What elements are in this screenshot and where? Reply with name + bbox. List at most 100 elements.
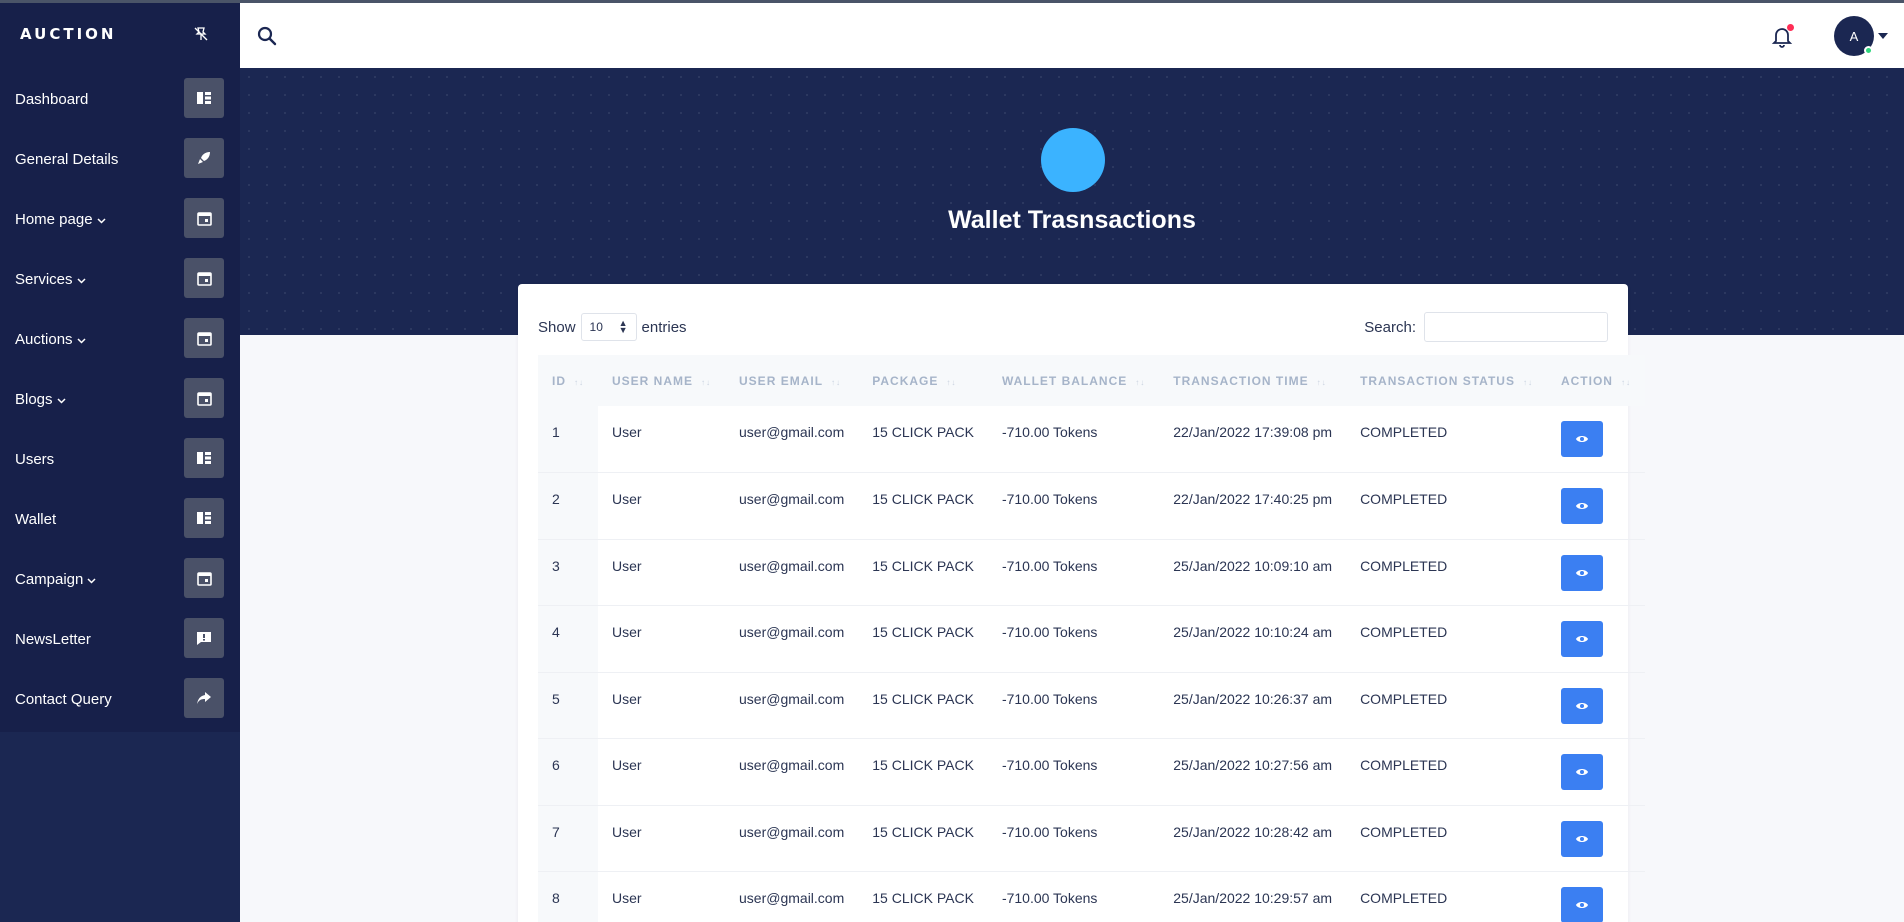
calendar-icon — [184, 258, 224, 298]
cell-package: 15 CLICK PACK — [872, 890, 974, 906]
cell-package: 15 CLICK PACK — [872, 757, 974, 773]
user-avatar[interactable]: A — [1834, 16, 1874, 56]
table-icon — [184, 78, 224, 118]
sort-icon: ↑↓ — [1620, 377, 1631, 387]
sidebar-item-label: Wallet — [15, 510, 57, 528]
cell-balance: -710.00 Tokens — [1001, 557, 1098, 574]
sidebar-item-campaign[interactable]: Campaign — [0, 548, 240, 608]
cell-action — [1547, 805, 1645, 872]
table-row: 1 User user@gmail.com 15 CLICK PACK -710.00 … — [538, 406, 1645, 473]
sidebar-item-dashboard[interactable]: Dashboard — [0, 68, 240, 128]
cell-name: User — [612, 557, 642, 574]
search-icon[interactable] — [256, 25, 278, 47]
table-row: 4 User user@gmail.com 15 CLICK PACK -710.00 … — [538, 605, 1645, 672]
column-header-label: USER EMAIL — [739, 373, 824, 388]
cell-time: 22/Jan/2022 17:39:08 pm — [1173, 424, 1333, 440]
sidebar-item-newsletter[interactable]: NewsLetter — [0, 608, 240, 668]
table-icon — [184, 498, 224, 538]
view-button[interactable] — [1560, 421, 1603, 457]
sidebar-item-label: Dashboard — [15, 90, 89, 108]
column-header-wallet-balance[interactable]: WALLET BALANCE ↑↓ — [988, 355, 1159, 406]
cell-name: User — [612, 624, 642, 640]
eye-icon — [1575, 698, 1589, 714]
view-button[interactable] — [1560, 820, 1603, 857]
unpin-icon[interactable] — [192, 25, 210, 43]
view-button[interactable] — [1560, 554, 1603, 591]
sidebar-item-text: Wallet — [15, 509, 56, 528]
cell-balance: -710.00 Tokens — [1001, 757, 1098, 773]
view-button[interactable] — [1560, 687, 1603, 724]
view-button[interactable] — [1560, 754, 1603, 790]
sort-icon: ↑↓ — [1316, 377, 1327, 387]
notification-bell-icon[interactable] — [1770, 24, 1794, 48]
column-header-package[interactable]: PACKAGE ↑↓ — [858, 355, 988, 406]
eye-icon — [1575, 565, 1589, 581]
transactions-card: Show 10 ▲ ▼ entries Search: ID ↑↓ USER NAME… — [518, 284, 1645, 922]
sidebar-item-wallet[interactable]: Wallet — [0, 488, 240, 548]
transactions-table: ID ↑↓ USER NAME ↑↓ USER EMAIL ↑↓ PACKAGE ↑↓ WALL… — [538, 355, 1645, 922]
sidebar-item-contact-query[interactable]: Contact Query — [0, 668, 240, 728]
cell-package: 15 CLICK PACK — [872, 624, 974, 640]
message-icon — [184, 618, 224, 658]
sidebar-item-blogs[interactable]: Blogs — [0, 368, 240, 428]
eye-icon — [1575, 764, 1589, 780]
column-header-transaction-status[interactable]: TRANSACTION STATUS ↑↓ — [1346, 355, 1547, 406]
cell-name: User — [612, 757, 642, 773]
cell-email: user@gmail.com — [739, 491, 845, 507]
sidebar-item-label: Blogs — [15, 390, 53, 408]
column-header-user-email[interactable]: USER EMAIL ↑↓ — [725, 355, 858, 406]
online-status-dot — [1864, 46, 1873, 55]
cell-package: 15 CLICK PACK — [872, 823, 974, 840]
view-button[interactable] — [1560, 488, 1603, 524]
sidebar-item-auctions[interactable]: Auctions — [0, 308, 240, 368]
eye-icon — [1575, 498, 1589, 514]
cell-status: COMPLETED — [1360, 624, 1448, 640]
sidebar-item-label: General Details — [15, 150, 119, 168]
cell-id: 3 — [538, 539, 598, 606]
cell-email: user@gmail.com — [739, 424, 845, 440]
calendar-icon — [184, 198, 224, 238]
column-header-action[interactable]: ACTION ↑↓ — [1547, 355, 1645, 406]
sidebar-item-text: Dashboard — [15, 89, 88, 108]
top-border — [0, 0, 1904, 3]
sidebar-item-text: Auctions — [15, 329, 86, 348]
column-header-label: TRANSACTION TIME — [1173, 373, 1309, 388]
avatar-initial: A — [1849, 28, 1859, 44]
column-header-transaction-time[interactable]: TRANSACTION TIME ↑↓ — [1159, 355, 1346, 406]
sidebar-item-general-details[interactable]: General Details — [0, 128, 240, 188]
calendar-icon — [184, 558, 224, 598]
search-label: Search: — [1364, 318, 1416, 336]
page-title: Wallet Trasnsactions — [948, 206, 1196, 234]
sidebar-item-services[interactable]: Services — [0, 248, 240, 308]
column-header-id[interactable]: ID ↑↓ — [538, 355, 598, 406]
cell-status: COMPLETED — [1360, 557, 1448, 574]
calendar-icon — [184, 378, 224, 418]
cell-package: 15 CLICK PACK — [872, 690, 974, 707]
cell-action — [1547, 406, 1645, 473]
sidebar-item-users[interactable]: Users — [0, 428, 240, 488]
sort-icon: ↑↓ — [946, 377, 957, 387]
view-button[interactable] — [1560, 621, 1603, 657]
sidebar-item-label: NewsLetter — [15, 630, 91, 648]
sidebar: AUCTION Dashboard General Details Home pag… — [0, 0, 240, 922]
sidebar-item-home-page[interactable]: Home page — [0, 188, 240, 248]
cell-id: 1 — [538, 406, 598, 473]
sidebar-header: AUCTION — [0, 0, 240, 68]
brand-logo: AUCTION — [20, 25, 117, 43]
cell-id: 2 — [538, 472, 598, 539]
eye-icon — [1575, 897, 1589, 913]
cell-action — [1547, 872, 1645, 922]
column-header-user-name[interactable]: USER NAME ↑↓ — [598, 355, 725, 406]
cell-time: 25/Jan/2022 10:09:10 am — [1173, 557, 1333, 574]
sidebar-item-label: Services — [15, 270, 73, 288]
entries-select[interactable]: 10 ▲ ▼ — [580, 313, 637, 341]
sort-icon: ↑↓ — [831, 377, 842, 387]
cell-id: 7 — [538, 805, 598, 872]
view-button[interactable] — [1560, 887, 1603, 922]
cell-package: 15 CLICK PACK — [872, 424, 974, 440]
sort-icon: ↑↓ — [1135, 377, 1146, 387]
column-header-label: TRANSACTION STATUS — [1360, 373, 1515, 388]
cell-status: COMPLETED — [1360, 690, 1448, 707]
search-input[interactable] — [1424, 312, 1608, 342]
caret-down-icon[interactable] — [1878, 33, 1888, 39]
